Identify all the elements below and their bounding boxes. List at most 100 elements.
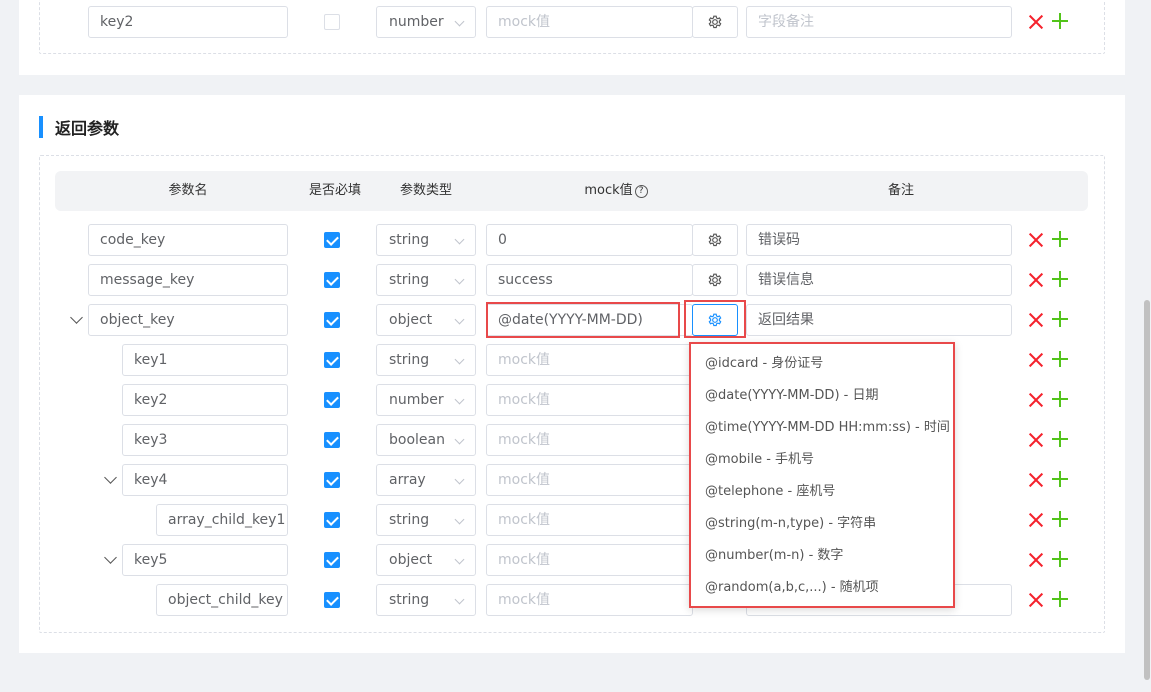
param-name-input[interactable]: key1 [122, 344, 288, 376]
mock-input[interactable]: mock值 [486, 504, 693, 536]
param-name-input[interactable]: code_key [88, 224, 288, 256]
type-select[interactable]: array [376, 464, 476, 496]
collapse-chevron-icon[interactable] [69, 312, 85, 328]
table-header: 参数名 是否必填 参数类型 mock值? 备注 [55, 171, 1088, 211]
type-select[interactable]: object [376, 544, 476, 576]
type-select[interactable]: number [376, 384, 476, 416]
dropdown-item[interactable]: @random(a,b,c,...) - 随机项 [691, 572, 953, 604]
mock-input[interactable]: mock值 [486, 6, 693, 38]
help-icon[interactable]: ? [634, 185, 648, 198]
mock-input[interactable]: success [486, 264, 693, 296]
add-icon[interactable] [1052, 511, 1068, 527]
dropdown-item[interactable]: @date(YYYY-MM-DD) - 日期 [691, 380, 953, 412]
chevron-down-icon [454, 354, 465, 365]
header-name: 参数名 [168, 183, 208, 198]
remark-input[interactable]: 字段备注 [746, 6, 1012, 38]
delete-icon[interactable] [1028, 592, 1044, 608]
param-name-input[interactable]: key2 [88, 6, 288, 38]
delete-icon[interactable] [1028, 312, 1044, 328]
dropdown-item[interactable]: @mobile - 手机号 [691, 444, 953, 476]
mock-input[interactable]: mock值 [486, 584, 693, 616]
add-icon[interactable] [1052, 231, 1068, 247]
table-row: message_key string success 错误信息 [19, 264, 1125, 296]
param-name-input[interactable]: array_child_key1 [156, 504, 288, 536]
remark-input[interactable]: 返回结果 [746, 304, 1012, 336]
delete-icon[interactable] [1028, 14, 1044, 30]
required-checkbox[interactable] [324, 592, 340, 608]
type-select[interactable]: string [376, 584, 476, 616]
dropdown-item[interactable]: @time(YYYY-MM-DD HH:mm:ss) - 时间 [691, 412, 953, 444]
mock-input[interactable]: mock值 [486, 344, 693, 376]
mock-settings-button[interactable] [692, 264, 738, 296]
chevron-down-icon [454, 16, 465, 27]
delete-icon[interactable] [1028, 392, 1044, 408]
type-select-value: string [389, 512, 430, 528]
chevron-down-icon [454, 314, 465, 325]
required-checkbox[interactable] [324, 432, 340, 448]
collapse-chevron-icon[interactable] [103, 552, 119, 568]
delete-icon[interactable] [1028, 352, 1044, 368]
add-icon[interactable] [1052, 271, 1068, 287]
delete-icon[interactable] [1028, 552, 1044, 568]
add-icon[interactable] [1052, 591, 1068, 607]
required-checkbox[interactable] [324, 352, 340, 368]
type-select-value: object [389, 552, 433, 568]
dropdown-item[interactable]: @number(m-n) - 数字 [691, 540, 953, 572]
param-name-input[interactable]: key3 [122, 424, 288, 456]
mock-input[interactable]: 0 [486, 224, 693, 256]
add-icon[interactable] [1052, 431, 1068, 447]
dropdown-item[interactable]: @telephone - 座机号 [691, 476, 953, 508]
type-select-value: number [389, 392, 444, 408]
type-select[interactable]: string [376, 504, 476, 536]
remark-input[interactable]: 错误信息 [746, 264, 1012, 296]
param-name-input[interactable]: key4 [122, 464, 288, 496]
collapse-chevron-icon[interactable] [103, 472, 119, 488]
delete-icon[interactable] [1028, 512, 1044, 528]
param-name-input[interactable]: key2 [122, 384, 288, 416]
type-select[interactable]: string [376, 224, 476, 256]
mock-settings-button[interactable] [692, 6, 738, 38]
mock-input[interactable]: mock值 [486, 464, 693, 496]
delete-icon[interactable] [1028, 472, 1044, 488]
param-name-input[interactable]: object_key [88, 304, 288, 336]
delete-icon[interactable] [1028, 272, 1044, 288]
type-select[interactable]: object [376, 304, 476, 336]
required-checkbox[interactable] [324, 14, 340, 30]
dropdown-item[interactable]: @string(m-n,type) - 字符串 [691, 508, 953, 540]
param-name-input[interactable]: object_child_key [156, 584, 288, 616]
add-icon[interactable] [1052, 13, 1068, 29]
type-select[interactable]: boolean [376, 424, 476, 456]
mock-input[interactable]: mock值 [486, 424, 693, 456]
required-checkbox[interactable] [324, 552, 340, 568]
add-icon[interactable] [1052, 311, 1068, 327]
required-checkbox[interactable] [324, 312, 340, 328]
required-checkbox[interactable] [324, 272, 340, 288]
chevron-down-icon [454, 514, 465, 525]
mock-input[interactable]: mock值 [486, 544, 693, 576]
header-mock-text: mock值 [584, 183, 633, 198]
param-name-input[interactable]: key5 [122, 544, 288, 576]
delete-icon[interactable] [1028, 232, 1044, 248]
mock-input[interactable]: mock值 [486, 384, 693, 416]
type-select-value: string [389, 272, 430, 288]
type-select[interactable]: number [376, 6, 476, 38]
page-scrollbar[interactable] [1144, 300, 1150, 680]
section-title-text: 返回参数 [55, 119, 120, 138]
chevron-down-icon [454, 234, 465, 245]
required-checkbox[interactable] [324, 472, 340, 488]
required-checkbox[interactable] [324, 392, 340, 408]
add-icon[interactable] [1052, 351, 1068, 367]
chevron-down-icon [454, 474, 465, 485]
required-checkbox[interactable] [324, 512, 340, 528]
add-icon[interactable] [1052, 551, 1068, 567]
mock-settings-button[interactable] [692, 224, 738, 256]
param-name-input[interactable]: message_key [88, 264, 288, 296]
add-icon[interactable] [1052, 391, 1068, 407]
add-icon[interactable] [1052, 471, 1068, 487]
type-select[interactable]: string [376, 264, 476, 296]
required-checkbox[interactable] [324, 232, 340, 248]
delete-icon[interactable] [1028, 432, 1044, 448]
remark-input[interactable]: 错误码 [746, 224, 1012, 256]
type-select[interactable]: string [376, 344, 476, 376]
dropdown-item[interactable]: @idcard - 身份证号 [691, 348, 953, 380]
